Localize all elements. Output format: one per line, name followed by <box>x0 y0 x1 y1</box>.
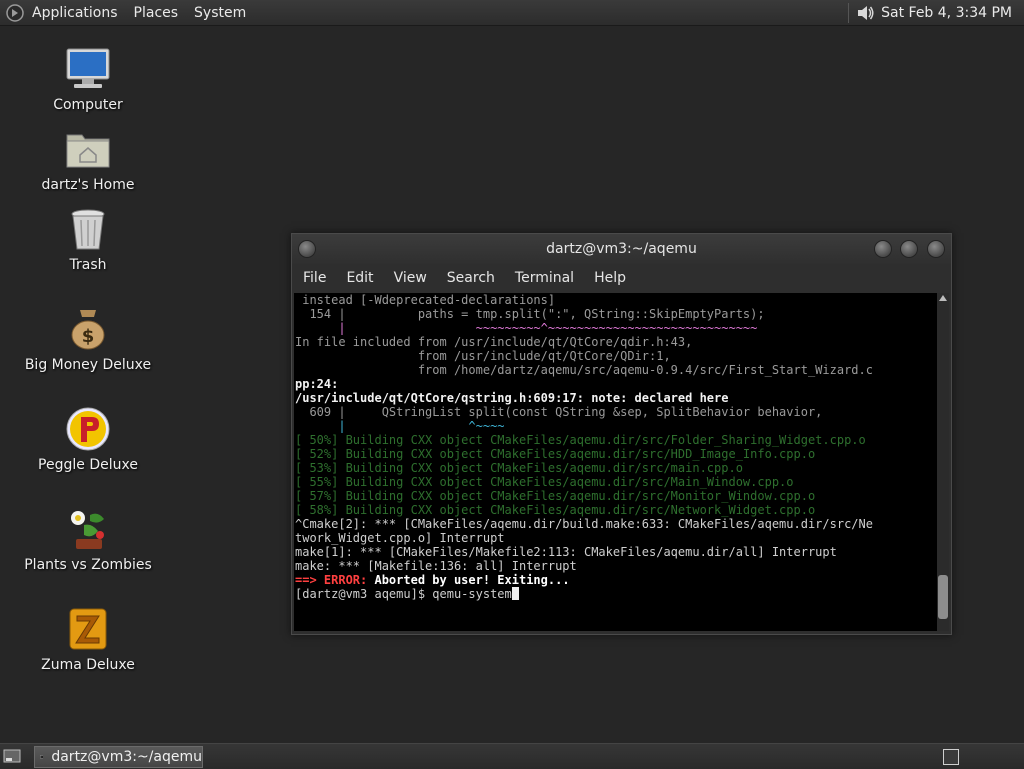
bottom-panel: dartz@vm3:~/aqemu <box>0 743 1024 769</box>
window-titlebar[interactable]: dartz@vm3:~/aqemu <box>292 234 951 264</box>
clock[interactable]: Sat Feb 4, 3:34 PM <box>875 5 1024 21</box>
gnome-foot-icon[interactable] <box>6 3 24 22</box>
terminal-line: [ 50%] Building CXX object CMakeFiles/aq… <box>295 433 866 447</box>
window-title: dartz@vm3:~/aqemu <box>546 241 697 257</box>
terminal-line: /usr/include/qt/QtCore/qstring.h:609:17:… <box>295 391 729 405</box>
peggle-icon <box>66 407 110 451</box>
desktop-icon-computer[interactable]: Computer <box>18 45 158 113</box>
computer-icon <box>66 48 110 88</box>
terminal-line: In file included from /usr/include/qt/Qt… <box>295 335 693 349</box>
desktop-icon-label: Zuma Deluxe <box>41 657 135 673</box>
terminal-line: 154 | paths = tmp.split(":", QString::Sk… <box>295 307 765 321</box>
close-button[interactable] <box>927 240 945 258</box>
terminal-line: pp:24: <box>295 377 339 391</box>
terminal-line: | ~~~~~~~~~^~~~~~~~~~~~~~~~~~~~~~~~~~~~~… <box>295 321 758 335</box>
desktop-icon-label: Big Money Deluxe <box>24 357 152 373</box>
desktop-icon-label: dartz's Home <box>41 177 135 193</box>
terminal-line: from /usr/include/qt/QtCore/QDir:1, <box>295 349 671 363</box>
desktop-icon-home[interactable]: dartz's Home <box>18 125 158 193</box>
home-folder-icon <box>66 134 110 168</box>
plants-vs-zombies-icon <box>71 511 104 549</box>
terminal-line: instead [-Wdeprecated-declarations] <box>295 293 556 307</box>
terminal-line: ==> ERROR: Aborted by user! Exiting... <box>295 573 570 587</box>
minimize-button[interactable] <box>874 240 892 258</box>
taskbar-item-label: dartz@vm3:~/aqemu <box>51 749 202 765</box>
terminal-line: 609 | QStringList split(const QString &s… <box>295 405 823 419</box>
terminal-prompt-line[interactable]: [dartz@vm3 aqemu]$ qemu-system <box>295 587 937 601</box>
terminal-line: [ 57%] Building CXX object CMakeFiles/aq… <box>295 489 816 503</box>
trash-icon <box>71 209 105 250</box>
terminal-line: [ 53%] Building CXX object CMakeFiles/aq… <box>295 461 743 475</box>
terminal-icon <box>40 755 44 759</box>
workspace-switcher[interactable] <box>943 749 959 765</box>
desktop-icon-peggle[interactable]: Peggle Deluxe <box>18 405 158 473</box>
show-desktop-icon[interactable] <box>3 748 21 764</box>
applications-menu[interactable]: Applications <box>24 5 126 21</box>
terminal-line: [ 55%] Building CXX object CMakeFiles/aq… <box>295 475 794 489</box>
menu-search[interactable]: Search <box>437 270 505 286</box>
menu-view[interactable]: View <box>384 270 437 286</box>
desktop-icon-big-money[interactable]: $ Big Money Deluxe <box>18 305 158 373</box>
terminal-menubar: File Edit View Search Terminal Help <box>292 264 951 292</box>
system-menu[interactable]: System <box>186 5 254 21</box>
desktop-icon-label: Plants vs Zombies <box>24 557 152 573</box>
terminal-scrollbar[interactable] <box>937 293 949 631</box>
terminal-output[interactable]: instead [-Wdeprecated-declarations] 154 … <box>294 293 937 631</box>
desktop-icon-label: Computer <box>53 97 123 113</box>
terminal-line: make[1]: *** [CMakeFiles/Makefile2:113: … <box>295 545 837 559</box>
desktop-icon-label: Peggle Deluxe <box>38 457 138 473</box>
desktop-icon-plants-vs-zombies[interactable]: Plants vs Zombies <box>18 505 158 573</box>
svg-text:$: $ <box>82 326 95 347</box>
terminal-line: | ^~~~~ <box>295 419 505 433</box>
terminal-line: [ 58%] Building CXX object CMakeFiles/aq… <box>295 503 816 517</box>
terminal-line: [ 52%] Building CXX object CMakeFiles/aq… <box>295 447 816 461</box>
terminal-window[interactable]: dartz@vm3:~/aqemu File Edit View Search … <box>291 233 952 635</box>
scrollbar-thumb[interactable] <box>938 575 948 619</box>
maximize-button[interactable] <box>900 240 918 258</box>
terminal-line: twork_Widget.cpp.o] Interrupt <box>295 531 505 545</box>
menu-help[interactable]: Help <box>584 270 636 286</box>
desktop-icon-zuma[interactable]: Zuma Deluxe <box>18 605 158 673</box>
menu-edit[interactable]: Edit <box>336 270 383 286</box>
top-panel: Applications Places System Sat Feb 4, 3:… <box>0 0 1024 26</box>
terminal-line: make: *** [Makefile:136: all] Interrupt <box>295 559 577 573</box>
taskbar-item-terminal[interactable]: dartz@vm3:~/aqemu <box>34 746 203 768</box>
scroll-up-arrow-icon[interactable] <box>939 295 947 301</box>
terminal-cursor <box>511 587 519 600</box>
places-menu[interactable]: Places <box>126 5 187 21</box>
terminal-prompt: [dartz@vm3 aqemu]$ qemu-system <box>295 587 512 601</box>
terminal-line: from /home/dartz/aqemu/src/aqemu-0.9.4/s… <box>295 363 873 377</box>
panel-separator <box>848 2 850 23</box>
money-bag-icon: $ <box>71 310 105 350</box>
desktop-icon-trash[interactable]: Trash <box>18 205 158 273</box>
menu-terminal[interactable]: Terminal <box>505 270 584 286</box>
menu-file[interactable]: File <box>292 270 336 286</box>
desktop-icon-label: Trash <box>69 257 107 273</box>
zuma-icon <box>69 608 107 650</box>
volume-icon[interactable] <box>855 3 875 23</box>
terminal-line: ^Cmake[2]: *** [CMakeFiles/aqemu.dir/bui… <box>295 517 873 531</box>
